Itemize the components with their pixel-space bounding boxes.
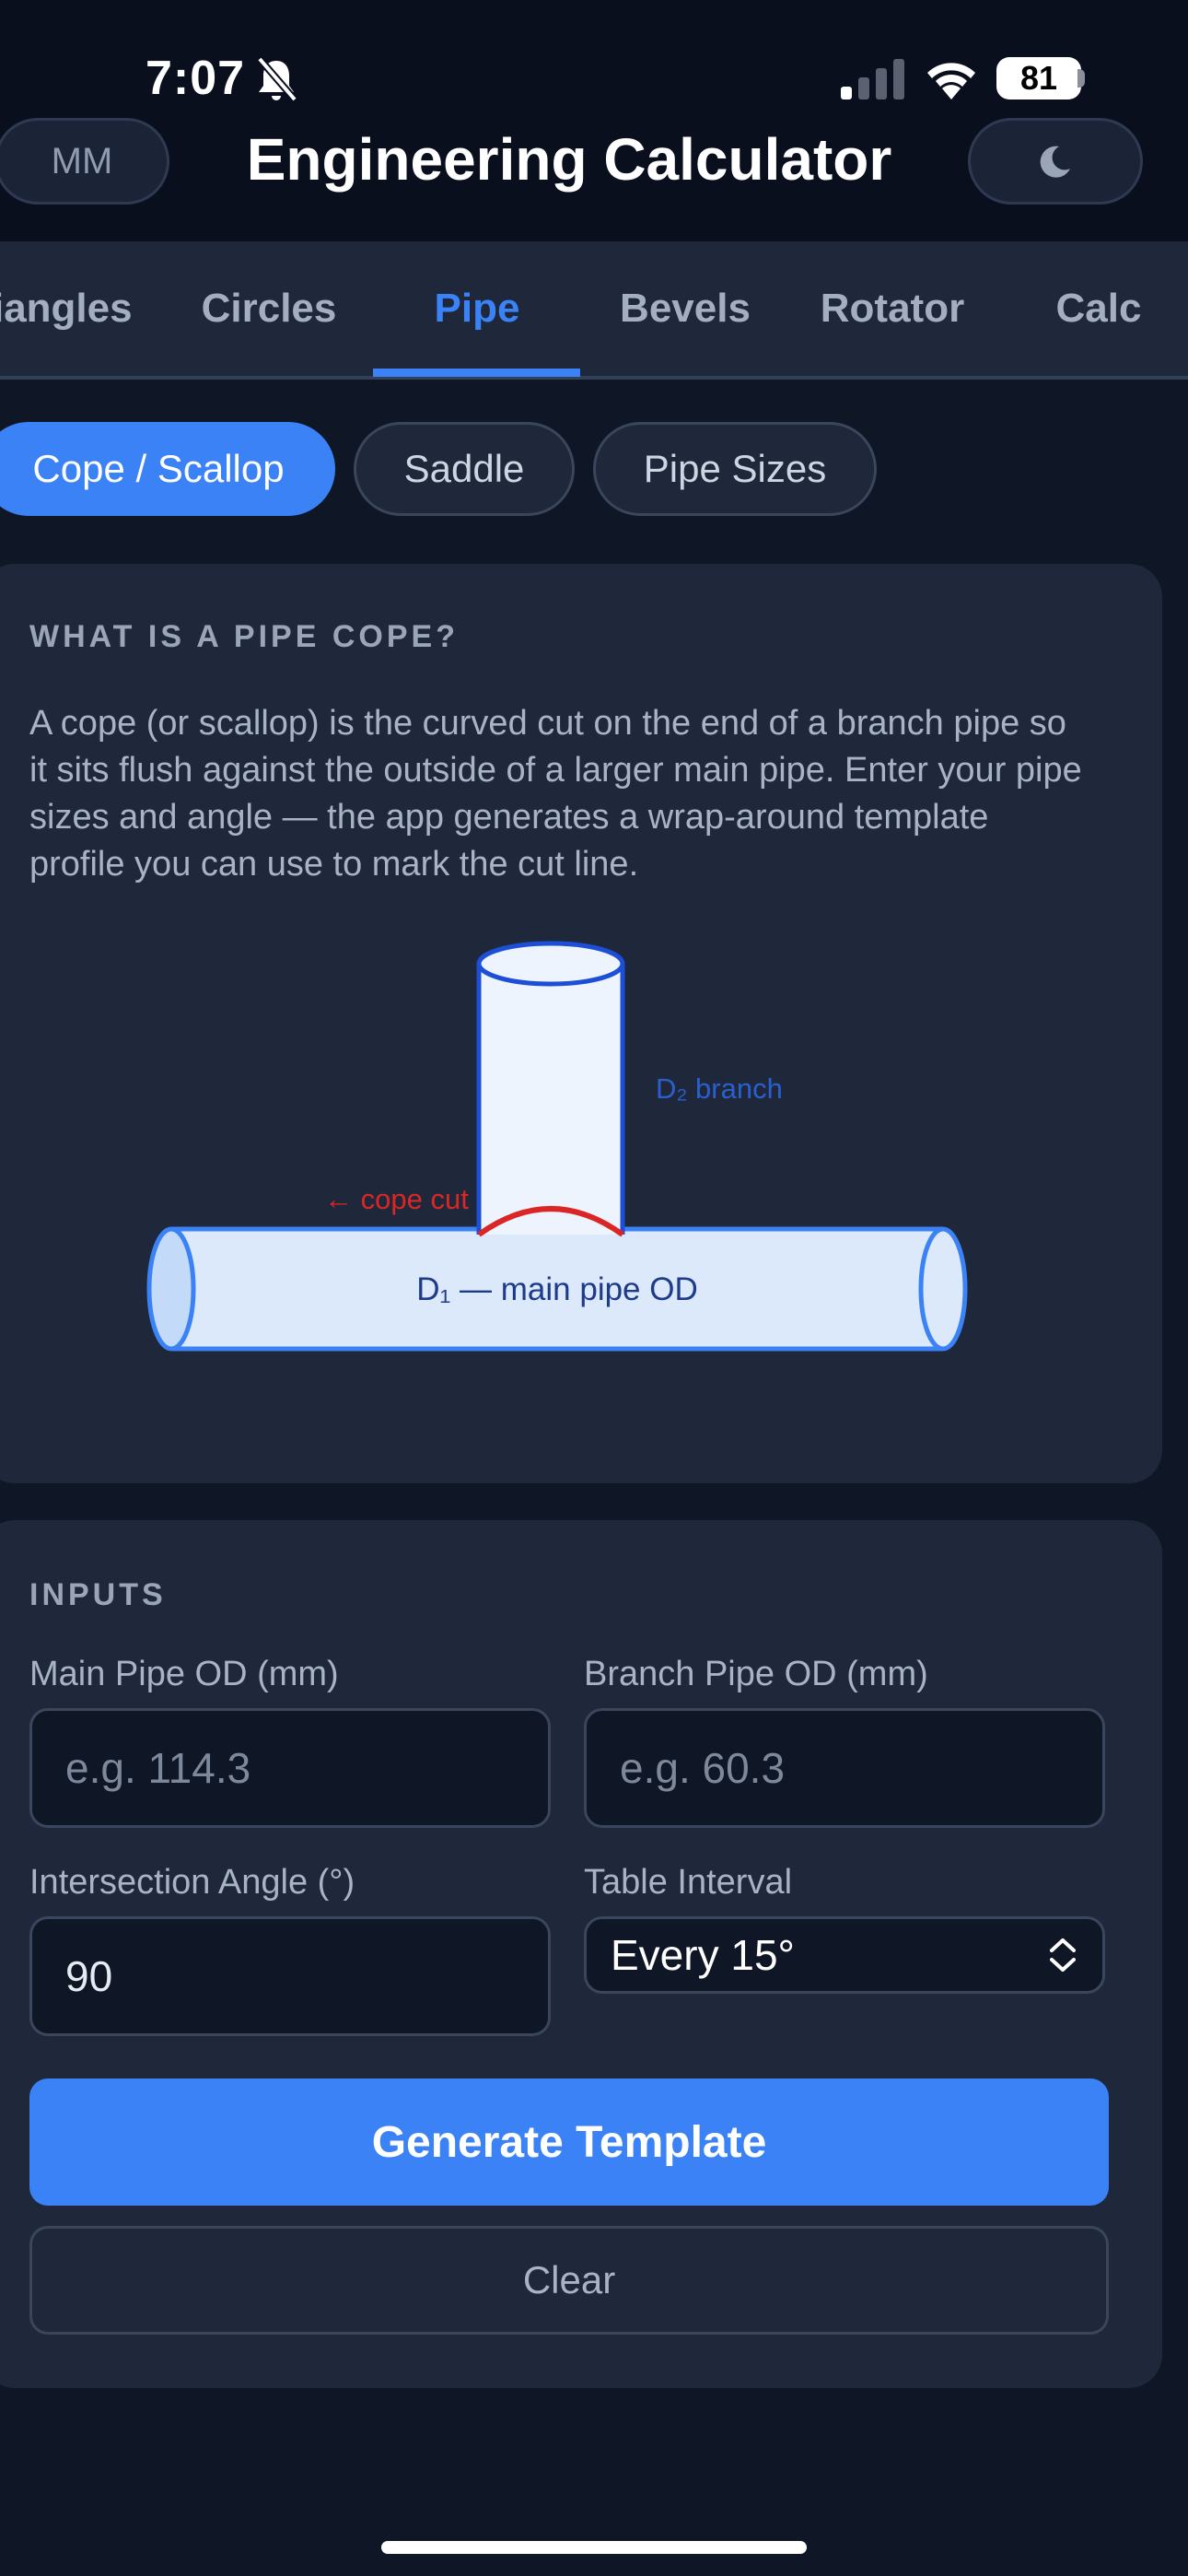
home-indicator[interactable] — [381, 2541, 807, 2554]
interval-value: Every 15° — [611, 1931, 795, 1979]
branch-od-label: Branch Pipe OD (mm) — [584, 1655, 928, 1693]
cope-cut-label: ← cope cut — [324, 1183, 469, 1215]
tab-circles[interactable]: Circles — [165, 241, 373, 376]
generate-template-button[interactable]: Generate Template — [29, 2078, 1109, 2206]
chevron-up-down-icon — [1050, 1938, 1076, 1972]
bell-slash-icon — [256, 56, 298, 102]
inputs-card: INPUTS Main Pipe OD (mm) Branch Pipe OD … — [0, 1520, 1162, 2388]
tab-bevels[interactable]: Bevels — [581, 241, 789, 376]
active-tab-indicator — [373, 369, 580, 377]
tab-rotator[interactable]: Rotator — [788, 241, 996, 376]
subtab-cope-scallop[interactable]: Cope / Scallop — [0, 422, 335, 516]
info-description: A cope (or scallop) is the curved cut on… — [29, 704, 1082, 884]
status-time: 7:07 — [146, 52, 246, 105]
angle-label: Intersection Angle (°) — [29, 1863, 355, 1902]
tab-triangles[interactable]: Triangles — [0, 241, 147, 376]
subtab-saddle[interactable]: Saddle — [354, 422, 575, 516]
info-heading: WHAT IS A PIPE COPE? — [29, 619, 459, 654]
pipe-cope-diagram: D₂ branch ← cope cut D₁ — main pipe OD — [146, 941, 968, 1352]
branch-pipe — [476, 941, 625, 1235]
main-tab-bar: Triangles Circles Pipe Bevels Rotator Ca… — [0, 241, 1188, 380]
wifi-icon — [927, 63, 975, 100]
main-pipe-label: D₁ — main pipe OD — [416, 1271, 698, 1307]
inputs-heading: INPUTS — [29, 1577, 167, 1612]
main-od-label: Main Pipe OD (mm) — [29, 1655, 339, 1693]
main-od-input[interactable] — [29, 1708, 551, 1828]
subtab-pipe-sizes[interactable]: Pipe Sizes — [593, 422, 877, 516]
interval-label: Table Interval — [584, 1863, 793, 1902]
battery-indicator: 81 — [996, 57, 1081, 100]
top-bar: 7:07 81 MM Engineering Calculator — [0, 0, 1188, 241]
tab-calc[interactable]: Calc — [995, 241, 1188, 376]
angle-input[interactable] — [29, 1916, 551, 2036]
clear-button[interactable]: Clear — [29, 2226, 1109, 2335]
interval-select[interactable]: Every 15° — [584, 1916, 1105, 1994]
cellular-signal-icon — [841, 59, 904, 100]
moon-icon — [1040, 146, 1070, 178]
info-card: WHAT IS A PIPE COPE? A cope (or scallop)… — [0, 564, 1162, 1483]
branch-od-input[interactable] — [584, 1708, 1105, 1828]
branch-label: D₂ branch — [656, 1072, 783, 1105]
theme-toggle-button[interactable] — [968, 118, 1143, 205]
tab-pipe[interactable]: Pipe — [373, 241, 581, 376]
battery-tip — [1077, 69, 1085, 88]
